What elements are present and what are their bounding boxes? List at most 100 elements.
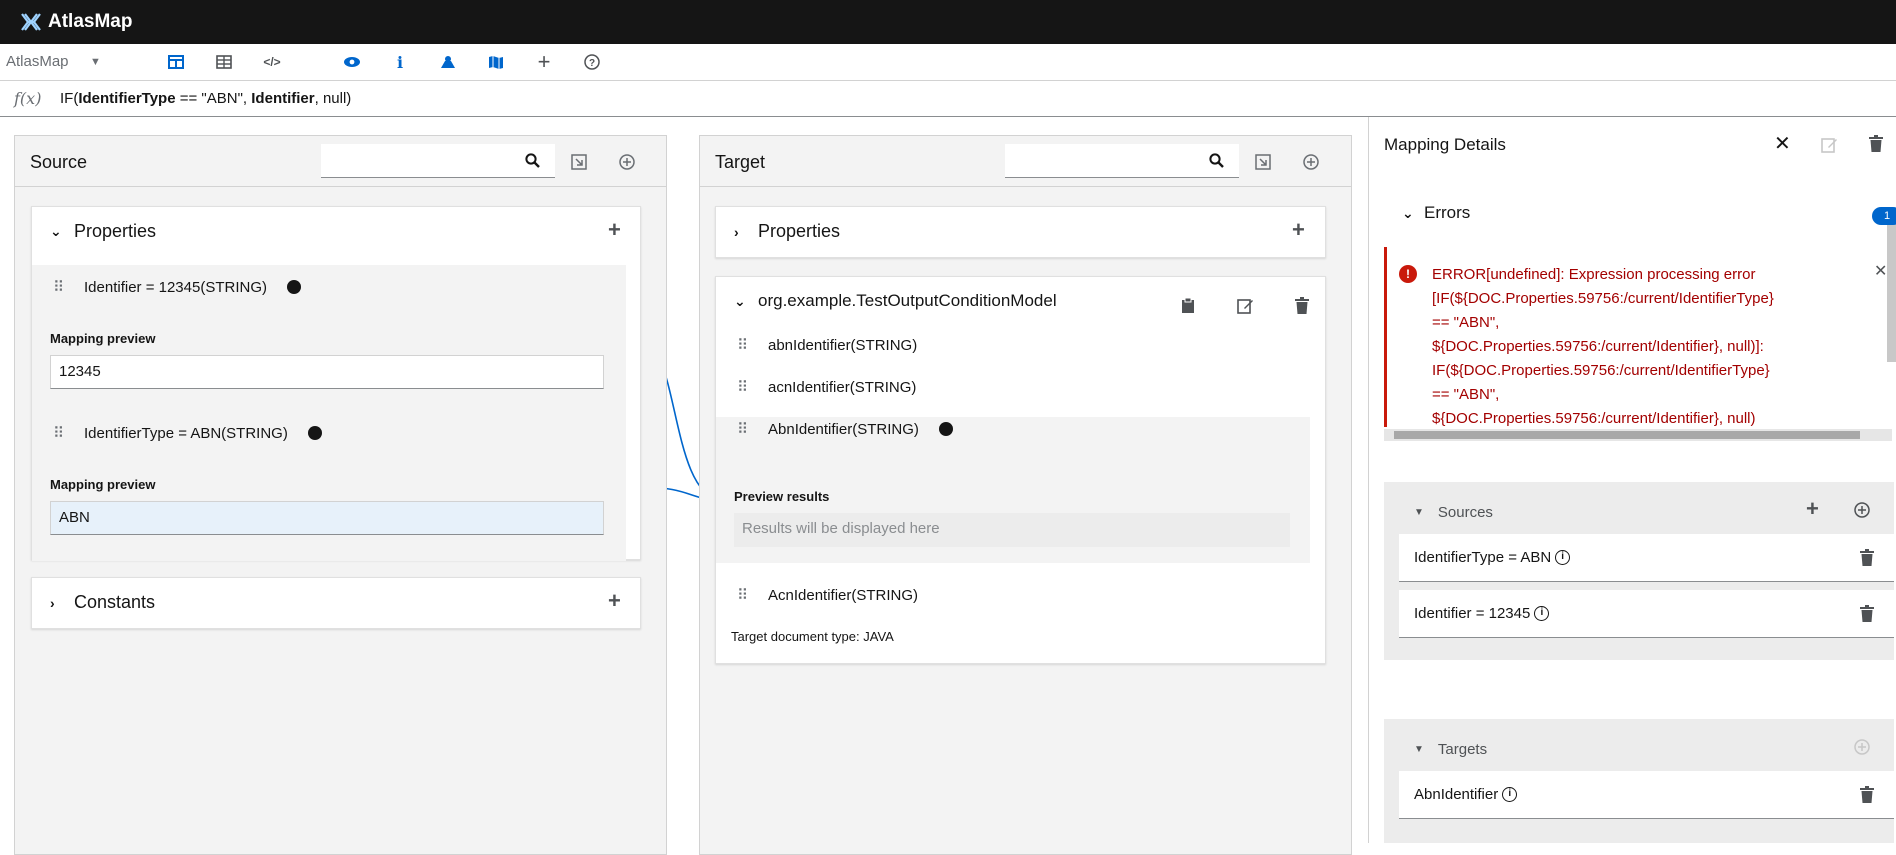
info-circle-icon[interactable]: i [1534, 606, 1550, 621]
caret-down-icon: ▼ [1414, 507, 1424, 518]
code-icon[interactable]: </> [260, 50, 284, 74]
source-item[interactable]: IdentifierType = ABN i [1399, 534, 1894, 582]
target-item[interactable]: AbnIdentifier i [1399, 771, 1894, 819]
trash-icon[interactable] [1860, 785, 1876, 804]
target-title: Target [715, 152, 766, 172]
close-icon[interactable]: ✕ [1774, 131, 1791, 156]
model-header[interactable]: ⌄ org.example.TestOutputConditionModel [734, 291, 1057, 311]
sources-header[interactable]: ▼ Sources [1414, 504, 1493, 521]
field-label: abnIdentifier(STRING) [768, 336, 918, 354]
mapping-details-title: Mapping Details [1384, 135, 1506, 154]
clipboard-icon[interactable] [1181, 297, 1195, 314]
add-circle-icon[interactable] [1854, 502, 1870, 518]
plus-icon[interactable]: + [532, 49, 556, 74]
main-toolbar: AtlasMap ▼ </> i + ? [0, 44, 1896, 81]
columns-icon[interactable] [164, 50, 188, 74]
source-header: Source [15, 136, 666, 187]
mapping-preview-label: Mapping preview [50, 477, 156, 492]
scrollbar-thumb[interactable] [1394, 431, 1860, 439]
edit-icon[interactable] [1821, 136, 1838, 153]
source-item[interactable]: Identifier = 12345 i [1399, 590, 1894, 638]
edit-icon[interactable] [1237, 297, 1254, 314]
target-field-selected[interactable]: ⠿ AbnIdentifier(STRING) [726, 409, 953, 449]
trash-icon[interactable] [1295, 297, 1309, 314]
drag-handle-icon[interactable]: ⠿ [42, 424, 72, 442]
targets-header[interactable]: ▼ Targets [1414, 741, 1487, 758]
error-message: ERROR[undefined]: Expression processing … [1432, 263, 1852, 427]
trash-icon[interactable] [1869, 135, 1883, 152]
mapping-preview-input[interactable]: ABN [50, 501, 604, 535]
targets-title: Targets [1437, 741, 1488, 758]
map-icon[interactable] [484, 50, 508, 74]
chevron-down-icon: ⌄ [1402, 204, 1414, 221]
field-label: IdentifierType = ABN(STRING) [84, 424, 288, 442]
atlasmap-logo-icon [21, 13, 41, 31]
caret-down-icon[interactable]: ▼ [90, 56, 101, 68]
add-property-button[interactable]: + [608, 217, 621, 243]
info-circle-icon[interactable]: i [1555, 550, 1571, 565]
trash-icon[interactable] [1860, 604, 1876, 623]
drag-handle-icon[interactable]: ⠿ [726, 336, 756, 354]
info-icon[interactable]: i [388, 50, 412, 74]
info-circle-icon[interactable]: i [1502, 787, 1518, 802]
add-circle-icon[interactable] [617, 152, 637, 172]
source-title: Source [30, 152, 88, 172]
target-field[interactable]: ⠿ AcnIdentifier(STRING) [726, 575, 918, 615]
error-line: [IF(${DOC.Properties.59756:/current/Iden… [1432, 290, 1774, 307]
app-selector[interactable]: AtlasMap [6, 53, 69, 70]
target-search-input[interactable] [1005, 144, 1193, 178]
top-bar: AtlasMap [0, 0, 1896, 44]
app-logo: AtlasMap [20, 11, 132, 33]
map-marked-icon[interactable] [436, 50, 460, 74]
expression-field-ref: Identifier [251, 90, 315, 107]
error-line: == "ABN", [1432, 314, 1500, 331]
source-column: Source ⌄ Properties + ⠿ Identifier = 123… [14, 135, 667, 855]
import-icon[interactable] [569, 152, 589, 172]
source-field-identifiertype[interactable]: ⠿ IdentifierType = ABN(STRING) [42, 413, 322, 453]
trash-icon[interactable] [1860, 548, 1876, 567]
mapping-preview-input[interactable]: 12345 [50, 355, 604, 389]
constants-header[interactable]: › Constants [50, 592, 155, 613]
help-icon[interactable]: ? [580, 50, 604, 74]
source-properties-header[interactable]: ⌄ Properties [50, 221, 156, 242]
caret-down-icon: ▼ [1414, 744, 1424, 755]
source-field-identifier[interactable]: ⠿ Identifier = 12345(STRING) [42, 267, 301, 307]
error-line: IF(${DOC.Properties.59756:/current/Ident… [1432, 362, 1770, 379]
vertical-scrollbar[interactable] [1887, 222, 1896, 362]
add-circle-icon[interactable] [1854, 739, 1870, 755]
source-item-label: IdentifierType = ABN [1414, 549, 1552, 566]
chevron-right-icon: › [50, 594, 55, 611]
expression-field-ref: IdentifierType [78, 90, 176, 107]
errors-header[interactable]: ⌄ Errors [1402, 203, 1470, 223]
target-field[interactable]: ⠿ acnIdentifier(STRING) [726, 367, 916, 407]
add-circle-icon[interactable] [1301, 152, 1321, 172]
app-title: AtlasMap [48, 11, 133, 32]
function-icon[interactable]: f(x) [14, 89, 41, 108]
source-properties-title: Properties [74, 221, 157, 241]
horizontal-scrollbar[interactable] [1384, 429, 1892, 441]
eye-icon[interactable] [340, 50, 364, 74]
field-label: acnIdentifier(STRING) [768, 378, 917, 396]
source-search-button[interactable] [509, 144, 555, 178]
import-icon[interactable] [1253, 152, 1273, 172]
target-field[interactable]: ⠿ abnIdentifier(STRING) [726, 325, 917, 365]
add-constant-button[interactable]: + [608, 588, 621, 614]
drag-handle-icon[interactable]: ⠿ [726, 378, 756, 396]
mapping-preview-label: Mapping preview [50, 331, 156, 346]
target-search-button[interactable] [1193, 144, 1239, 178]
drag-handle-icon[interactable]: ⠿ [726, 586, 756, 604]
expression-input[interactable]: IF(IdentifierType == "ABN", Identifier, … [60, 90, 351, 107]
drag-handle-icon[interactable]: ⠿ [42, 278, 72, 296]
target-properties-header[interactable]: › Properties [734, 221, 840, 242]
exclamation-circle-icon: ! [1399, 265, 1417, 283]
add-property-button[interactable]: + [1292, 217, 1305, 243]
target-properties-card: › Properties + [715, 206, 1326, 258]
target-column: Target › Properties + ⌄ org.example.Test… [699, 135, 1352, 855]
mapping-canvas: Source ⌄ Properties + ⠿ Identifier = 123… [0, 117, 1368, 855]
table-icon[interactable] [212, 50, 236, 74]
source-search-input[interactable] [321, 144, 509, 178]
close-error-icon[interactable]: ✕ [1874, 261, 1887, 281]
chevron-right-icon: › [734, 223, 739, 240]
add-source-button[interactable]: + [1806, 496, 1819, 522]
drag-handle-icon[interactable]: ⠿ [726, 420, 756, 438]
